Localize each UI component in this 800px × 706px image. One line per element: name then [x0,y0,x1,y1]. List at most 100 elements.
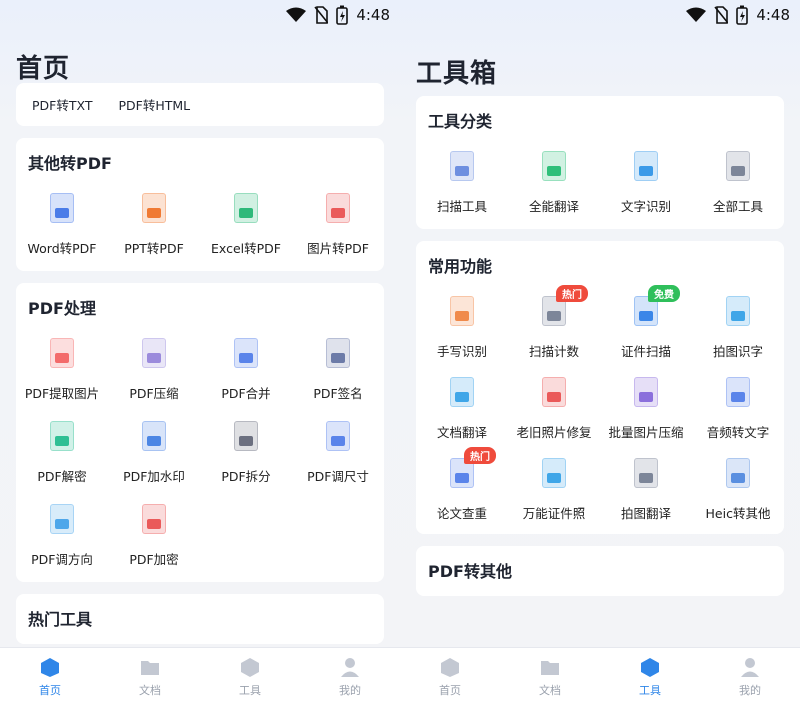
tab-label: 首页 [39,684,61,697]
tool-tile[interactable]: 热门论文查重 [416,447,508,528]
tool-label: 全能翻译 [528,199,579,214]
tab-label: 我的 [739,684,761,697]
tab-folder[interactable]: 文档 [100,648,200,706]
section-title: 常用功能 [428,257,493,276]
paper-check-icon: 热门 [442,447,496,493]
scan-count-icon: 热门 [534,285,588,331]
tool-tile[interactable]: PDF调尺寸 [292,410,384,493]
tab-profile[interactable]: 我的 [700,648,800,706]
tool-label: 全部工具 [712,199,763,214]
id-scan-icon: 免费 [626,285,680,331]
tool-tile[interactable]: 免费证件扫描 [600,285,692,366]
tool-tile[interactable]: 拍图翻译 [600,447,692,528]
badge: 免费 [648,285,680,302]
tool-tile[interactable]: 全能翻译 [508,140,600,223]
tool-label: 万能证件照 [522,506,586,521]
tab-home[interactable]: 首页 [0,648,100,706]
pdf-split-icon [226,416,266,456]
section-title: 其他转PDF [28,154,112,173]
tool-tile[interactable]: PDF拆分 [200,410,292,493]
tool-tile[interactable]: PDF提取图片 [16,327,108,410]
pdf-to-html-link[interactable]: PDF转HTML [118,95,190,114]
status-bar: 4:48 [286,4,390,26]
pdf-rotate-icon [42,499,82,539]
doc-translate-icon [442,372,482,412]
tool-tile[interactable]: PDF加水印 [108,410,200,493]
tool-tile[interactable]: Excel转PDF [200,182,292,265]
tab-home[interactable]: 首页 [400,648,500,706]
audio-to-text-icon [718,372,758,412]
tab-profile[interactable]: 我的 [300,648,400,706]
folder-icon [141,661,159,675]
tool-tile[interactable]: 批量图片压缩 [600,366,692,447]
tab-label: 工具 [639,684,661,697]
tab-tools[interactable]: 工具 [600,648,700,706]
tool-label: PDF签名 [313,386,363,401]
tool-tile[interactable]: 音频转文字 [692,366,784,447]
battery-icon [336,5,349,25]
tool-tile[interactable]: 文字识别 [600,140,692,223]
pdf-to-txt-link[interactable]: PDF转TXT [32,95,92,114]
bottom-tab-bar: 首页 文档 工具 我的 [0,647,400,706]
status-time: 4:48 [356,6,390,24]
pdf-sign-icon [318,333,358,373]
tool-label: 证件扫描 [620,344,671,359]
tab-folder[interactable]: 文档 [500,648,600,706]
profile-icon [341,658,359,677]
tool-tile[interactable]: Heic转其他 [692,447,784,528]
tool-tile[interactable]: PPT转PDF [108,182,200,265]
tool-tile[interactable]: 拍图识字 [692,285,784,366]
convert-card: PDF转TXT PDF转HTML [16,83,384,126]
tool-tile[interactable]: PDF加密 [108,493,200,576]
photo-translate-icon [626,453,666,493]
heic-convert-icon [718,453,758,493]
tool-label: 论文查重 [436,506,487,521]
tool-label: PDF加水印 [123,469,185,484]
tool-label: 扫描工具 [436,199,487,214]
tool-tile[interactable]: Word转PDF [16,182,108,265]
translate-icon [534,146,574,186]
pdf-extract-image-icon [42,333,82,373]
photo-text-icon [718,291,758,331]
tool-label: Excel转PDF [211,241,281,256]
tool-tile[interactable]: 全部工具 [692,140,784,223]
tool-tile[interactable]: 手写识别 [416,285,508,366]
section-title: 工具分类 [428,112,493,131]
wifi-icon [686,7,707,22]
pdf-processing-card: PDF处理 PDF提取图片 PDF压缩 PDF合并 PDF签名 PDF解密 PDF加水印 P… [16,283,384,582]
tool-label: 图片转PDF [307,241,369,256]
tab-tools[interactable]: 工具 [200,648,300,706]
home-icon [441,658,459,677]
ppt-to-pdf-icon [134,188,174,228]
tool-tile[interactable]: PDF解密 [16,410,108,493]
tool-tile[interactable]: PDF调方向 [16,493,108,576]
tool-tile[interactable]: PDF签名 [292,327,384,410]
tool-label: 扫描计数 [528,344,579,359]
bottom-tab-bar: 首页 文档 工具 我的 [400,647,800,706]
section-title: PDF处理 [28,299,96,318]
tool-tile[interactable]: 热门扫描计数 [508,285,600,366]
tool-tile[interactable]: 扫描工具 [416,140,508,223]
tool-tile[interactable]: PDF合并 [200,327,292,410]
tool-tile[interactable]: 文档翻译 [416,366,508,447]
tool-label: PDF调方向 [31,552,93,567]
tools-icon [241,658,259,677]
tool-tile[interactable]: 图片转PDF [292,182,384,265]
text-recognition-icon [626,146,666,186]
home-content: PDF转TXT PDF转HTML 其他转PDF Word转PDF PPT转PDF E… [16,83,384,648]
pdf-to-other-card: PDF转其他 [416,546,784,596]
tab-label: 文档 [539,684,561,697]
pdf-merge-icon [226,333,266,373]
home-screen: 4:48 首页 PDF转TXT PDF转HTML 其他转PDF Word转PDF… [0,0,400,706]
wifi-icon [286,7,307,22]
tool-tile[interactable]: 老旧照片修复 [508,366,600,447]
tool-label: 文字识别 [620,199,671,214]
tool-label: 文档翻译 [436,425,487,440]
tool-tile[interactable]: 万能证件照 [508,447,600,528]
tool-label: Word转PDF [27,241,97,256]
pdf-compress-icon [134,333,174,373]
profile-icon [741,658,759,677]
tool-tile[interactable]: PDF压缩 [108,327,200,410]
hot-tools-card: 热门工具 [16,594,384,644]
page-title: 工具箱 [416,59,498,89]
